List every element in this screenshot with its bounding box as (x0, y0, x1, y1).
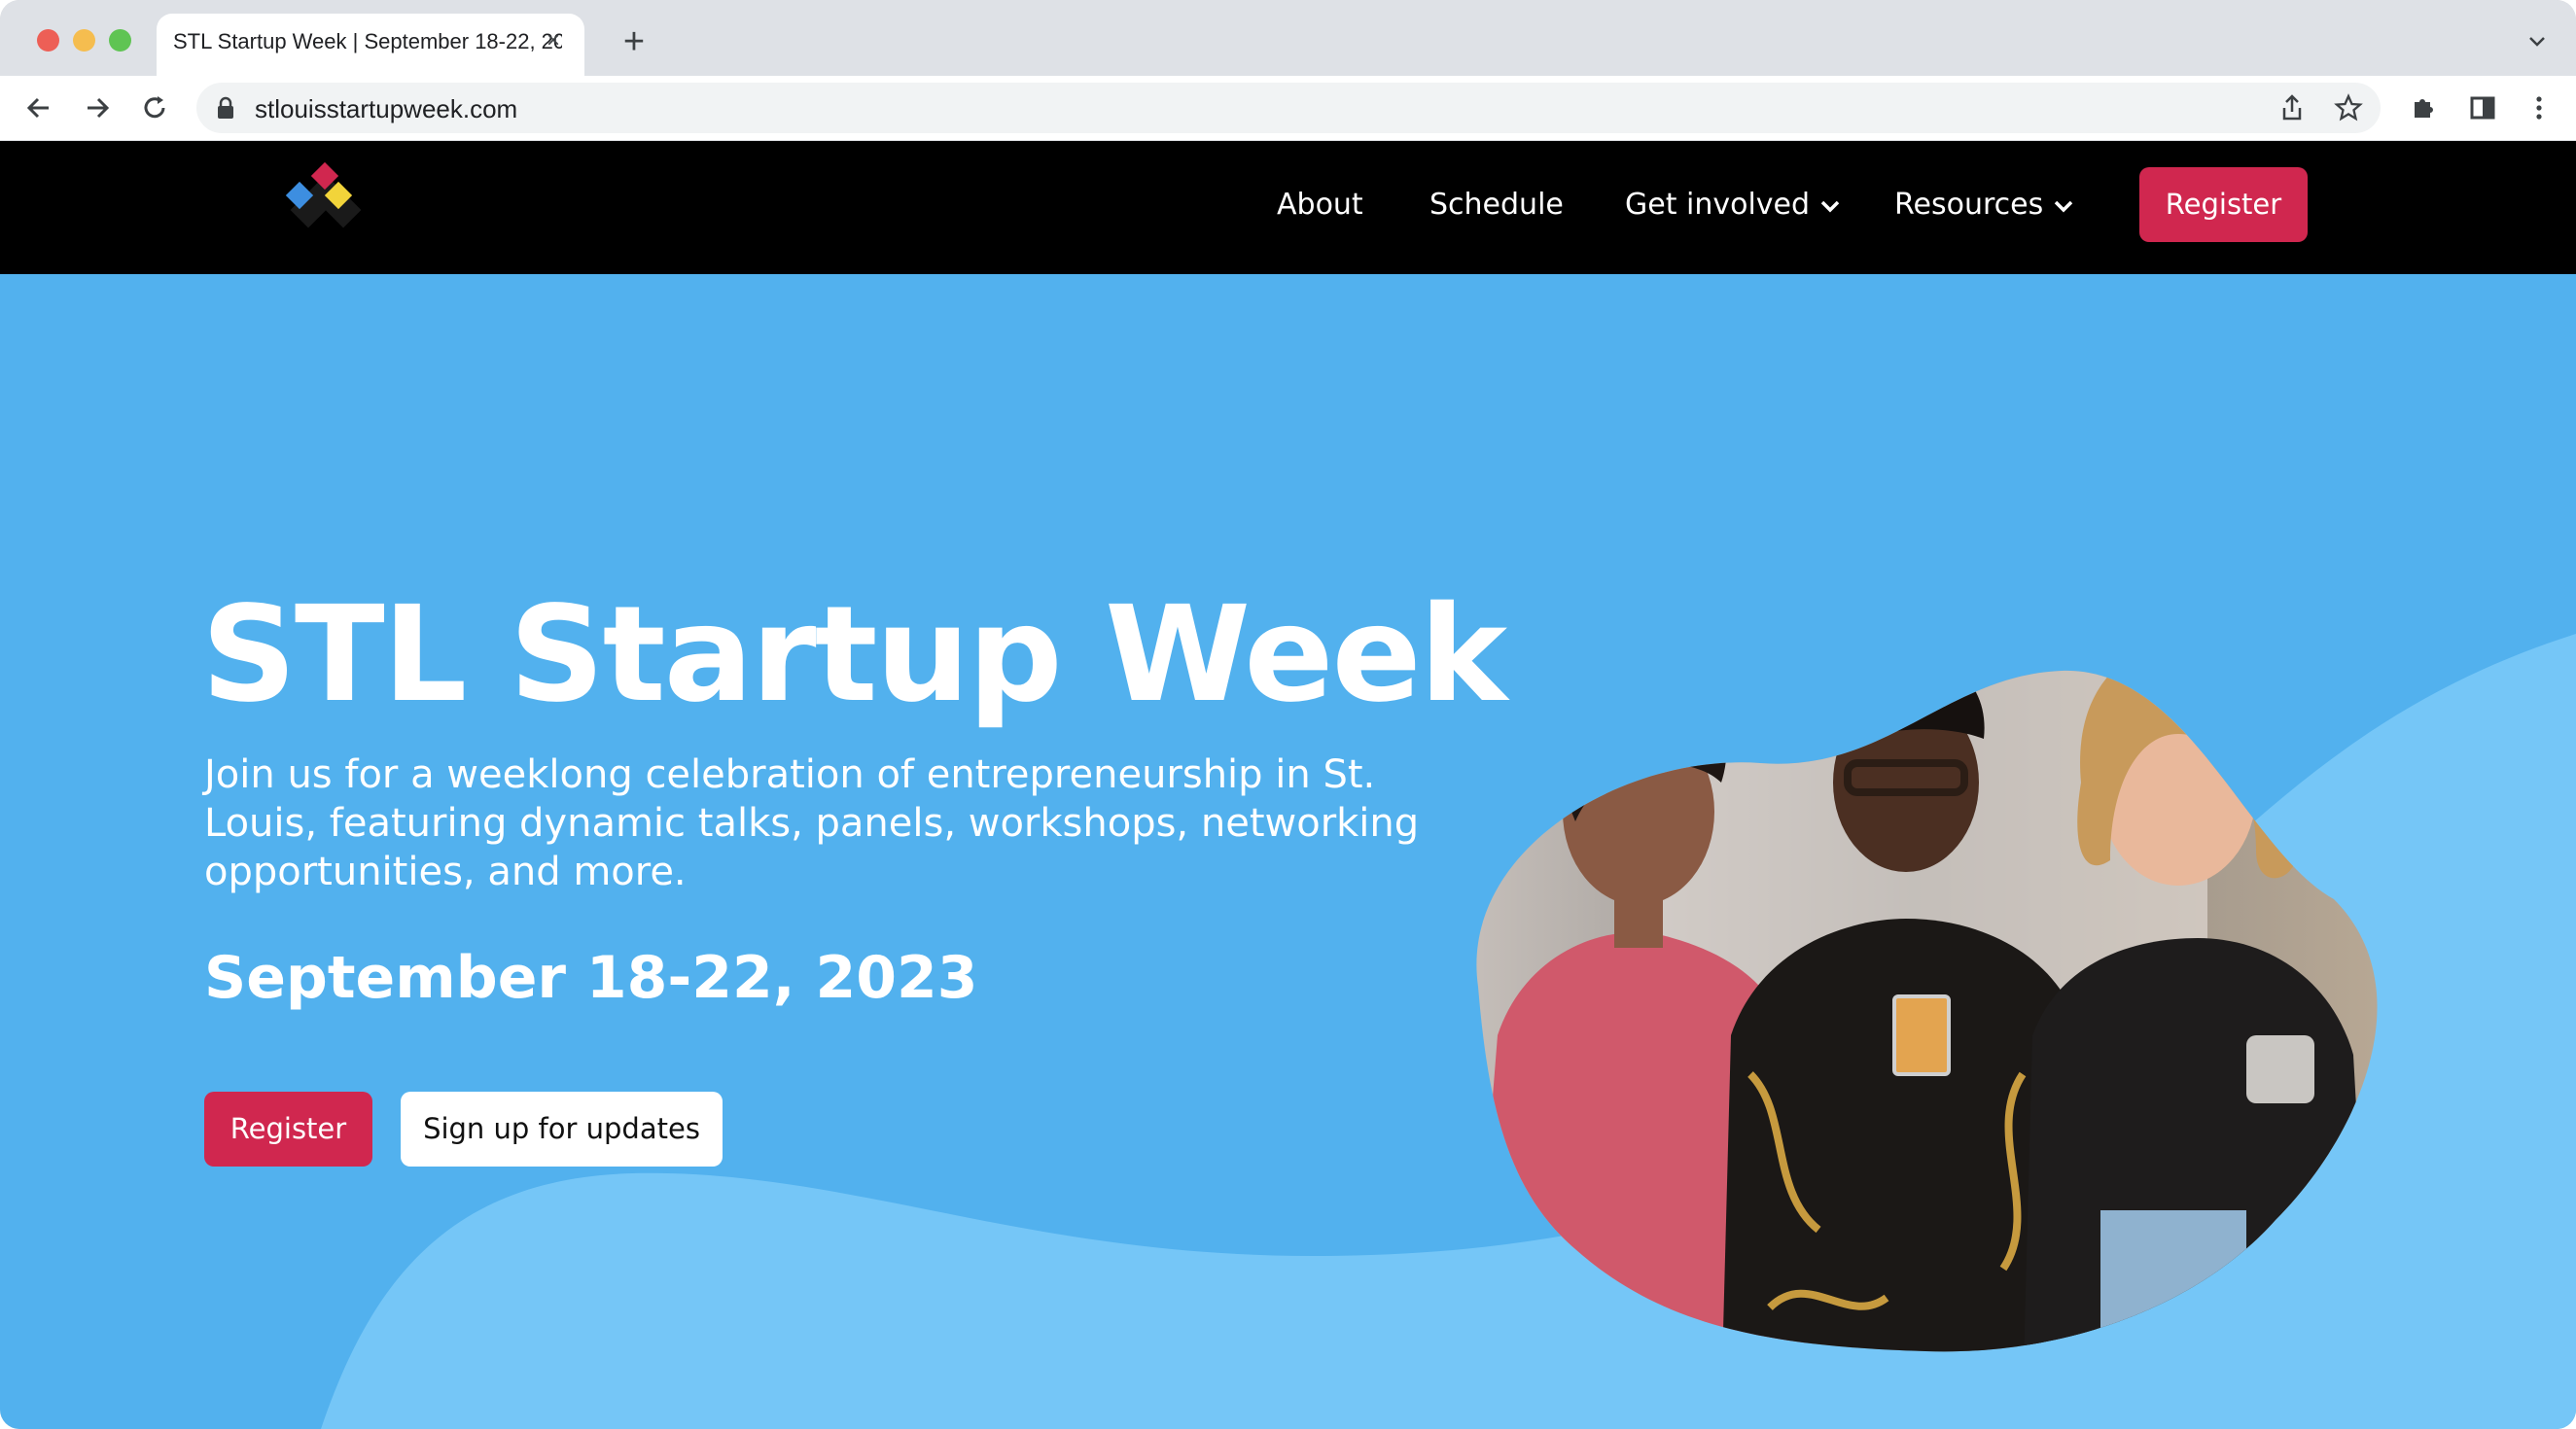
nav-resources[interactable]: Resources (1894, 188, 2074, 222)
site-navbar: About Schedule Get involved Resources Re… (0, 141, 2576, 274)
hero-register-button[interactable]: Register (204, 1092, 372, 1167)
reload-icon[interactable] (137, 90, 172, 125)
chevron-down-icon (1820, 200, 1840, 212)
chevron-down-icon (2054, 200, 2073, 212)
hero-description: Join us for a weeklong celebration of en… (204, 752, 1420, 894)
event-date: September 18-22, 2023 (204, 944, 978, 1012)
side-panel-icon[interactable] (2465, 90, 2500, 125)
more-menu-icon[interactable] (2522, 90, 2557, 125)
address-bar[interactable]: stlouisstartupweek.com (196, 83, 2381, 133)
web-page: About Schedule Get involved Resources Re… (0, 141, 2576, 1429)
nav-schedule[interactable]: Schedule (1429, 188, 1564, 222)
extensions-icon[interactable] (2407, 90, 2442, 125)
nav-about[interactable]: About (1277, 188, 1363, 222)
tab-title: STL Startup Week | September 18-22, 2023 (173, 29, 562, 53)
share-icon[interactable] (2276, 92, 2308, 123)
nav-get-involved-label: Get involved (1625, 188, 1811, 222)
hero-photo (1476, 670, 2378, 1352)
site-logo[interactable] (274, 158, 362, 228)
tab-strip: STL Startup Week | September 18-22, 2023… (0, 0, 2576, 76)
tab-close-icon[interactable]: × (540, 27, 567, 54)
url-text: stlouisstartupweek.com (255, 94, 518, 123)
tab-search-chevron-icon[interactable] (2525, 29, 2549, 52)
back-icon[interactable] (21, 90, 56, 125)
new-tab-button[interactable]: + (616, 23, 653, 62)
nav-get-involved[interactable]: Get involved (1625, 188, 1841, 222)
browser-toolbar: stlouisstartupweek.com (0, 76, 2576, 141)
sign-up-updates-button[interactable]: Sign up for updates (401, 1092, 723, 1167)
nav-register-button[interactable]: Register (2139, 167, 2308, 242)
forward-icon[interactable] (80, 90, 115, 125)
nav-resources-label: Resources (1894, 188, 2044, 222)
lock-icon (218, 96, 233, 119)
browser-tab[interactable]: STL Startup Week | September 18-22, 2023… (157, 14, 584, 76)
bookmark-star-icon[interactable] (2333, 92, 2364, 123)
minimize-window-button[interactable] (73, 29, 95, 52)
maximize-window-button[interactable] (109, 29, 131, 52)
hero-title: STL Startup Week (201, 578, 1507, 732)
browser-window: STL Startup Week | September 18-22, 2023… (0, 0, 2576, 1429)
close-window-button[interactable] (37, 29, 59, 52)
